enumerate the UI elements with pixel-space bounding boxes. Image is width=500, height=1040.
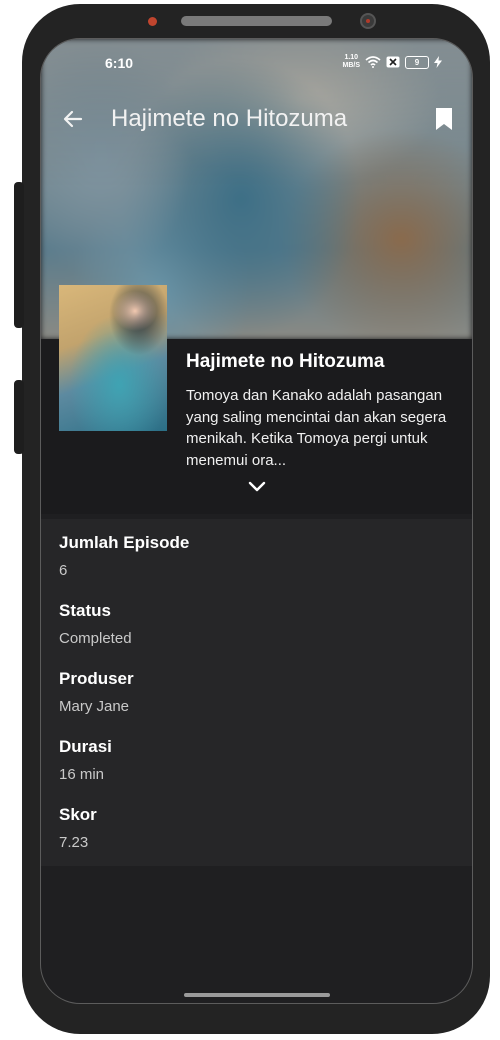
detail-label: Produser bbox=[59, 669, 134, 688]
detail-duration: Durasi 16 min bbox=[59, 737, 112, 783]
status-bar: 6:10 1.10 MB/S 9 bbox=[41, 51, 472, 73]
sensor-dot bbox=[148, 17, 157, 26]
power-button bbox=[14, 380, 24, 454]
detail-value: 7.23 bbox=[59, 834, 89, 851]
synopsis-text: Tomoya dan Kanako adalah pasangan yang s… bbox=[186, 387, 447, 469]
detail-score: Skor 7.23 bbox=[59, 805, 97, 851]
earpiece-speaker bbox=[181, 16, 332, 26]
poster-image bbox=[59, 285, 167, 431]
sim-off-icon bbox=[386, 56, 400, 68]
details-section: Jumlah Episode 6 Status Completed Produs… bbox=[41, 519, 472, 866]
detail-episodes: Jumlah Episode 6 bbox=[59, 533, 189, 579]
home-indicator[interactable] bbox=[184, 993, 330, 997]
app-bar: Hajimete no Hitozuma bbox=[41, 97, 472, 141]
wifi-icon bbox=[365, 56, 381, 68]
detail-label: Jumlah Episode bbox=[59, 533, 190, 552]
app-bar-title: Hajimete no Hitozuma bbox=[111, 105, 348, 132]
chevron-down-icon[interactable] bbox=[247, 480, 267, 494]
detail-label: Durasi bbox=[59, 737, 112, 756]
network-speed: 1.10 MB/S bbox=[342, 54, 361, 69]
volume-button bbox=[14, 182, 24, 328]
detail-status: Status Completed bbox=[59, 601, 132, 647]
anime-title: Hajimete no Hitozuma bbox=[186, 351, 385, 372]
battery-icon: 9 bbox=[405, 55, 429, 69]
bookmark-icon[interactable] bbox=[435, 107, 453, 131]
detail-producer: Produser Mary Jane bbox=[59, 669, 134, 715]
status-time: 6:10 bbox=[105, 55, 134, 71]
app-screen: 6:10 1.10 MB/S 9 Hajimete no Hitozuma Ha… bbox=[40, 38, 473, 1004]
charging-icon bbox=[434, 56, 442, 68]
front-camera bbox=[360, 13, 376, 29]
system-icons: 1.10 MB/S 9 bbox=[342, 54, 442, 70]
detail-value: Mary Jane bbox=[59, 698, 130, 715]
detail-label: Skor bbox=[59, 805, 97, 824]
detail-label: Status bbox=[59, 601, 111, 620]
detail-value: 6 bbox=[59, 562, 68, 579]
arrow-left-icon[interactable] bbox=[61, 107, 85, 131]
detail-value: 16 min bbox=[59, 766, 105, 783]
detail-value: Completed bbox=[59, 630, 132, 647]
